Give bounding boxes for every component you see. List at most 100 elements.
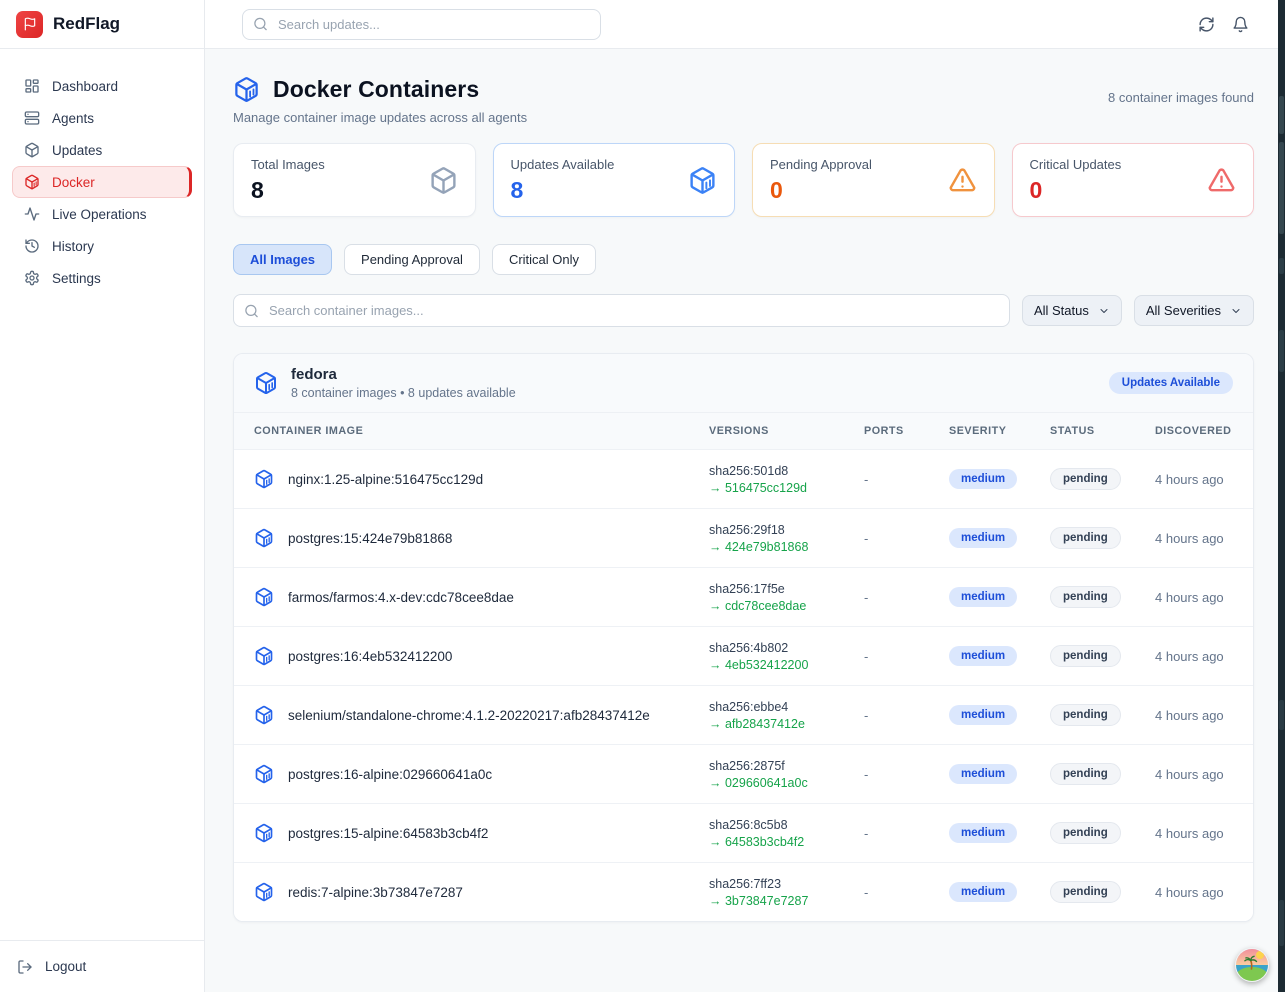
version-update: → 424e79b81868 — [709, 540, 864, 554]
severity-badge: medium — [949, 882, 1017, 902]
stat-card-critical-updates: Critical Updates 0 — [1012, 143, 1255, 217]
sidebar-item-updates[interactable]: Updates — [12, 134, 192, 166]
tab-critical-only[interactable]: Critical Only — [492, 244, 596, 275]
sidebar-item-icon — [24, 110, 40, 126]
tab-pending-approval[interactable]: Pending Approval — [344, 244, 480, 275]
stat-label: Pending Approval — [770, 157, 872, 172]
version-current: sha256:7ff23 — [709, 877, 864, 891]
search-icon — [253, 17, 268, 32]
island-extension-button[interactable] — [1235, 948, 1269, 982]
container-group-card: fedora 8 container images • 8 updates av… — [233, 353, 1254, 922]
sidebar-nav: Dashboard Agents Updates Docker Live Ope… — [0, 49, 204, 294]
discovered-value: 4 hours ago — [1155, 767, 1233, 782]
chevron-down-icon — [1098, 305, 1110, 317]
sidebar-item-label: Docker — [52, 175, 95, 190]
table-row[interactable]: redis:7-alpine:3b73847e7287 sha256:7ff23… — [234, 862, 1253, 921]
sidebar-item-history[interactable]: History — [12, 230, 192, 262]
table-row[interactable]: postgres:15-alpine:64583b3cb4f2 sha256:8… — [234, 803, 1253, 862]
version-update: → cdc78cee8dae — [709, 599, 864, 613]
col-status: STATUS — [1050, 425, 1155, 437]
status-filter-select[interactable]: All Status — [1022, 295, 1122, 326]
severity-badge: medium — [949, 764, 1017, 784]
stat-value: 8 — [251, 177, 325, 204]
tab-all-images[interactable]: All Images — [233, 244, 332, 275]
col-discovered: DISCOVERED — [1155, 425, 1233, 437]
discovered-value: 4 hours ago — [1155, 472, 1233, 487]
stat-cards: Total Images 8 Updates Available 8 Pendi… — [233, 143, 1254, 217]
container-cube-icon — [254, 587, 274, 607]
severity-badge: medium — [949, 705, 1017, 725]
stat-value: 0 — [1030, 177, 1122, 204]
container-cube-icon — [254, 371, 278, 395]
sidebar-item-agents[interactable]: Agents — [12, 102, 192, 134]
version-current: sha256:17f5e — [709, 582, 864, 596]
sidebar-item-settings[interactable]: Settings — [12, 262, 192, 294]
discovered-value: 4 hours ago — [1155, 708, 1233, 723]
table-body: nginx:1.25-alpine:516475cc129d sha256:50… — [234, 449, 1253, 921]
sidebar-item-docker[interactable]: Docker — [12, 166, 192, 198]
logout-button[interactable]: Logout — [0, 940, 204, 992]
table-row[interactable]: selenium/standalone-chrome:4.1.2-2022021… — [234, 685, 1253, 744]
table-row[interactable]: nginx:1.25-alpine:516475cc129d sha256:50… — [234, 449, 1253, 508]
sidebar: RedFlag Dashboard Agents Updates Docker … — [0, 0, 205, 992]
discovered-value: 4 hours ago — [1155, 649, 1233, 664]
group-header-fedora[interactable]: fedora 8 container images • 8 updates av… — [234, 354, 1253, 412]
table-row[interactable]: postgres:16-alpine:029660641a0c sha256:2… — [234, 744, 1253, 803]
stat-card-total-images: Total Images 8 — [233, 143, 476, 217]
table-row[interactable]: postgres:16:4eb532412200 sha256:4b802 → … — [234, 626, 1253, 685]
severity-filter-select[interactable]: All Severities — [1134, 295, 1254, 326]
sidebar-item-icon — [24, 142, 40, 158]
global-search-input[interactable] — [242, 9, 601, 40]
container-image-name: nginx:1.25-alpine:516475cc129d — [288, 472, 483, 487]
version-current: sha256:4b802 — [709, 641, 864, 655]
version-current: sha256:8c5b8 — [709, 818, 864, 832]
sidebar-item-dashboard[interactable]: Dashboard — [12, 70, 192, 102]
logout-icon — [17, 959, 33, 975]
notifications-bell-icon[interactable] — [1232, 16, 1249, 33]
stat-value: 0 — [770, 177, 872, 204]
container-image-name: farmos/farmos:4.x-dev:cdc78cee8dae — [288, 590, 514, 605]
container-cube-icon — [254, 646, 274, 666]
search-icon — [244, 303, 259, 318]
refresh-icon[interactable] — [1198, 16, 1215, 33]
table-row[interactable]: farmos/farmos:4.x-dev:cdc78cee8dae sha25… — [234, 567, 1253, 626]
container-cube-icon — [254, 764, 274, 784]
ports-value: - — [864, 472, 949, 487]
version-update: → 029660641a0c — [709, 776, 864, 790]
container-image-name: postgres:16-alpine:029660641a0c — [288, 767, 492, 782]
box-icon — [429, 166, 458, 195]
container-image-name: postgres:15-alpine:64583b3cb4f2 — [288, 826, 488, 841]
stat-card-pending-approval: Pending Approval 0 — [752, 143, 995, 217]
status-badge: pending — [1050, 822, 1121, 844]
sidebar-item-label: Settings — [52, 271, 101, 286]
updates-available-badge: Updates Available — [1109, 372, 1233, 394]
sidebar-item-icon — [24, 174, 40, 190]
col-versions: VERSIONS — [709, 425, 864, 437]
ports-value: - — [864, 531, 949, 546]
version-current: sha256:ebbe4 — [709, 700, 864, 714]
window-scrollbar[interactable] — [1278, 0, 1285, 992]
table-header-row: CONTAINER IMAGE VERSIONS PORTS SEVERITY … — [234, 412, 1253, 449]
sidebar-item-live-operations[interactable]: Live Operations — [12, 198, 192, 230]
status-badge: pending — [1050, 468, 1121, 490]
main-content: Docker Containers Manage container image… — [205, 49, 1285, 992]
status-badge: pending — [1050, 645, 1121, 667]
docker-cube-icon — [233, 76, 260, 103]
stat-label: Total Images — [251, 157, 325, 172]
version-update: → afb28437412e — [709, 717, 864, 731]
stat-label: Updates Available — [511, 157, 615, 172]
ports-value: - — [864, 590, 949, 605]
container-search-input[interactable] — [233, 294, 1010, 327]
ports-value: - — [864, 885, 949, 900]
col-ports: PORTS — [864, 425, 949, 437]
col-container-image: CONTAINER IMAGE — [254, 425, 709, 437]
brand-name: RedFlag — [53, 14, 120, 34]
redflag-logo-icon — [16, 11, 43, 38]
container-image-name: selenium/standalone-chrome:4.1.2-2022021… — [288, 708, 650, 723]
sidebar-item-label: Live Operations — [52, 207, 147, 222]
version-update: → 64583b3cb4f2 — [709, 835, 864, 849]
warning-triangle-icon — [948, 166, 977, 195]
sidebar-item-label: Updates — [52, 143, 102, 158]
table-row[interactable]: postgres:15:424e79b81868 sha256:29f18 → … — [234, 508, 1253, 567]
severity-badge: medium — [949, 646, 1017, 666]
